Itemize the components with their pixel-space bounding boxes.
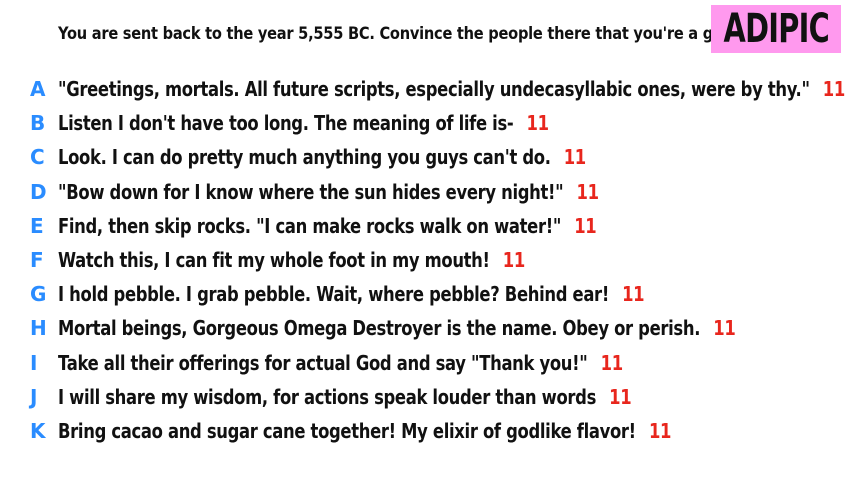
answer-line: Find, then skip rocks. "I can make rocks… xyxy=(58,213,597,238)
answer-row-a[interactable]: A "Greetings, mortals. All future script… xyxy=(30,72,845,106)
answer-text: Mortal beings, Gorgeous Omega Destroyer … xyxy=(58,316,701,341)
answer-letter: B xyxy=(30,111,46,136)
answer-score: 11 xyxy=(563,145,587,170)
answer-letter: E xyxy=(30,213,44,238)
answer-row-d[interactable]: D "Bow down for I know where the sun hid… xyxy=(30,175,840,209)
answer-line: Mortal beings, Gorgeous Omega Destroyer … xyxy=(58,316,736,341)
answer-row-j[interactable]: J I will share my wisdom, for actions sp… xyxy=(30,380,840,414)
answer-text: I hold pebble. I grab pebble. Wait, wher… xyxy=(58,282,609,307)
answer-row-c[interactable]: C Look. I can do pretty much anything yo… xyxy=(30,140,840,174)
answer-letter: J xyxy=(30,384,38,409)
answer-line: Watch this, I can fit my whole foot in m… xyxy=(58,248,525,272)
answer-text: "Greetings, mortals. All future scripts,… xyxy=(58,77,810,102)
answer-letter: H xyxy=(30,316,47,341)
answer-score: 11 xyxy=(622,282,645,307)
answer-text: Find, then skip rocks. "I can make rocks… xyxy=(58,213,562,238)
answer-text: Watch this, I can fit my whole foot in m… xyxy=(58,248,490,273)
answer-line: Take all their offerings for actual God … xyxy=(58,351,623,375)
answer-text: Bring cacao and sugar cane together! My … xyxy=(58,418,636,443)
answer-score: 11 xyxy=(576,179,600,204)
answer-letter: A xyxy=(30,77,46,102)
answer-text: Listen I don't have too long. The meanin… xyxy=(58,111,514,136)
answer-letter: C xyxy=(30,145,45,170)
answer-score: 11 xyxy=(502,248,526,273)
logo-text: ADIPIC xyxy=(723,6,829,52)
answer-list: A "Greetings, mortals. All future script… xyxy=(30,72,845,448)
answer-line: Listen I don't have too long. The meanin… xyxy=(58,111,549,135)
answer-row-h[interactable]: H Mortal beings, Gorgeous Omega Destroye… xyxy=(30,311,840,345)
answer-score: 11 xyxy=(526,111,549,136)
answer-letter: I xyxy=(30,350,38,375)
answer-row-b[interactable]: B Listen I don't have too long. The mean… xyxy=(30,106,840,140)
answer-line: Bring cacao and sugar cane together! My … xyxy=(58,419,671,443)
answer-line: I will share my wisdom, for actions spea… xyxy=(58,384,632,409)
answer-text: "Bow down for I know where the sun hides… xyxy=(58,179,564,204)
prompt-text: You are sent back to the year 5,555 BC. … xyxy=(58,24,739,44)
answer-text: Look. I can do pretty much anything you … xyxy=(58,145,551,170)
answer-text: Take all their offerings for actual God … xyxy=(58,350,588,375)
answer-line: "Bow down for I know where the sun hides… xyxy=(58,180,599,204)
answer-score: 11 xyxy=(822,77,846,102)
answer-letter: F xyxy=(30,248,44,273)
answer-letter: D xyxy=(30,179,47,204)
answer-row-f[interactable]: F Watch this, I can fit my whole foot in… xyxy=(30,243,840,277)
answer-score: 11 xyxy=(574,213,597,238)
answer-text: I will share my wisdom, for actions spea… xyxy=(58,384,597,409)
answer-line: I hold pebble. I grab pebble. Wait, wher… xyxy=(58,282,645,307)
answer-line: "Greetings, mortals. All future scripts,… xyxy=(58,77,845,101)
answer-letter: G xyxy=(30,282,47,307)
answer-row-g[interactable]: G I hold pebble. I grab pebble. Wait, wh… xyxy=(30,277,840,311)
answer-score: 11 xyxy=(600,350,624,375)
answer-score: 11 xyxy=(713,316,736,341)
answer-row-k[interactable]: K Bring cacao and sugar cane together! M… xyxy=(30,414,840,448)
adipic-logo: ADIPIC xyxy=(711,5,841,53)
answer-row-e[interactable]: E Find, then skip rocks. "I can make roc… xyxy=(30,209,840,243)
answer-row-i[interactable]: I Take all their offerings for actual Go… xyxy=(30,346,840,380)
answer-letter: K xyxy=(30,418,46,443)
answer-score: 11 xyxy=(609,384,632,409)
answer-line: Look. I can do pretty much anything you … xyxy=(58,145,586,169)
answer-score: 11 xyxy=(648,418,672,443)
